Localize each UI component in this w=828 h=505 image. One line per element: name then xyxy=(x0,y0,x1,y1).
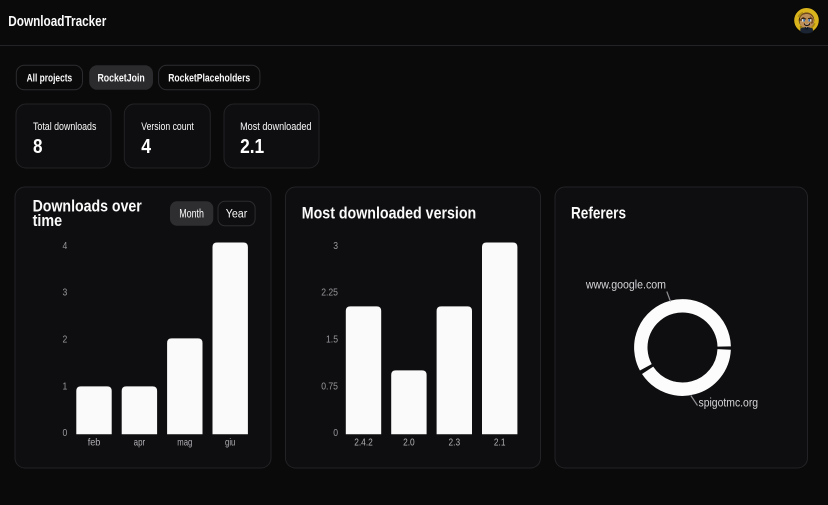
svg-text:Month: Month xyxy=(179,209,204,221)
svg-text:RocketPlaceholders: RocketPlaceholders xyxy=(168,73,250,85)
svg-text:2.0: 2.0 xyxy=(403,437,415,449)
svg-text:DownloadTracker: DownloadTracker xyxy=(8,13,106,30)
svg-text:1: 1 xyxy=(63,382,68,393)
svg-text:2.3: 2.3 xyxy=(449,437,461,449)
svg-text:giu: giu xyxy=(225,437,235,449)
svg-text:8: 8 xyxy=(33,136,43,158)
svg-text:1.5: 1.5 xyxy=(326,335,338,346)
svg-text:RocketJoin: RocketJoin xyxy=(97,73,145,85)
svg-text:4: 4 xyxy=(141,136,152,158)
svg-text:Year: Year xyxy=(226,209,248,221)
svg-text:spigotmc.org: spigotmc.org xyxy=(699,396,759,410)
svg-text:Most downloaded version: Most downloaded version xyxy=(302,205,476,223)
svg-text:www.google.com: www.google.com xyxy=(585,277,666,291)
svg-text:All projects: All projects xyxy=(27,73,73,85)
svg-text:2.25: 2.25 xyxy=(321,288,338,299)
svg-text:0: 0 xyxy=(63,428,68,439)
svg-text:feb: feb xyxy=(88,437,101,449)
svg-text:Version count: Version count xyxy=(141,121,194,133)
svg-text:0: 0 xyxy=(333,428,338,439)
svg-text:0.75: 0.75 xyxy=(321,382,338,393)
svg-text:2.4.2: 2.4.2 xyxy=(354,437,373,449)
svg-text:2: 2 xyxy=(63,335,68,346)
svg-text:time: time xyxy=(33,212,63,230)
svg-text:4: 4 xyxy=(63,241,68,252)
svg-text:Most downloaded: Most downloaded xyxy=(240,121,311,133)
svg-text:Referers: Referers xyxy=(571,205,626,223)
svg-text:mag: mag xyxy=(177,437,192,449)
svg-text:3: 3 xyxy=(333,241,338,252)
svg-text:Total downloads: Total downloads xyxy=(33,121,97,133)
svg-text:3: 3 xyxy=(63,288,68,299)
svg-text:2.1: 2.1 xyxy=(494,437,506,449)
svg-text:2.1: 2.1 xyxy=(240,136,264,158)
svg-text:apr: apr xyxy=(134,437,146,449)
